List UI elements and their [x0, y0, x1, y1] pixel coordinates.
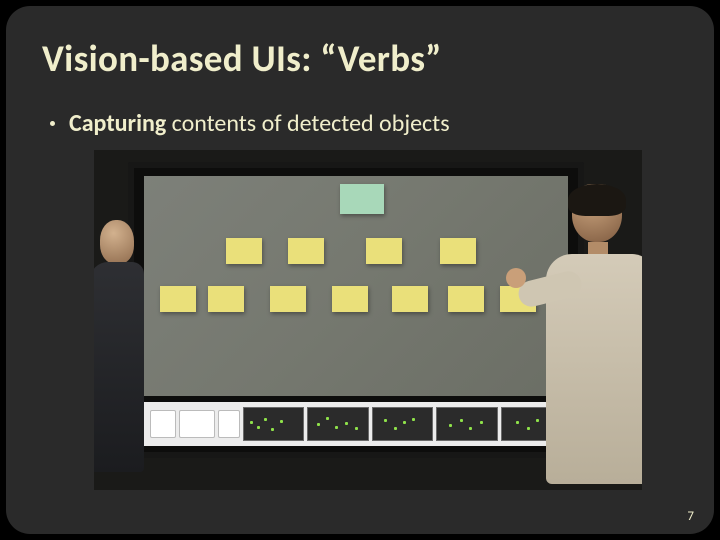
- sticky-note: [160, 286, 196, 312]
- sticky-note: [208, 286, 244, 312]
- bullet-dot-icon: [50, 121, 55, 126]
- slide-title: Vision-based UIs: “Verbs”: [42, 36, 678, 81]
- sticky-note: [440, 238, 476, 264]
- smartboard-frame: [128, 162, 584, 458]
- sticky-note: [332, 286, 368, 312]
- sticky-note: [448, 286, 484, 312]
- person-right: [548, 184, 642, 490]
- sticky-note: [340, 184, 384, 214]
- toolbar-button[interactable]: [179, 410, 215, 438]
- bullet-remainder: contents of detected objects: [166, 109, 449, 138]
- sticky-note: [392, 286, 428, 312]
- toolbar-thumbnail[interactable]: [307, 407, 368, 441]
- whiteboard-surface: [144, 176, 568, 396]
- toolbar-button[interactable]: [150, 410, 176, 438]
- sticky-note: [270, 286, 306, 312]
- bullet-item: Capturing contents of detected objects: [50, 109, 678, 138]
- page-number: 7: [687, 509, 694, 524]
- slide: Vision-based UIs: “Verbs” Capturing cont…: [6, 6, 714, 534]
- toolbar-thumbnail[interactable]: [372, 407, 433, 441]
- sticky-note: [288, 238, 324, 264]
- embedded-photo: [94, 150, 642, 490]
- sticky-note: [366, 238, 402, 264]
- toolbar-button[interactable]: [218, 410, 240, 438]
- software-toolbar: [144, 402, 568, 446]
- bullet-strong: Capturing: [69, 109, 166, 138]
- toolbar-thumbnail[interactable]: [436, 407, 497, 441]
- sticky-note: [226, 238, 262, 264]
- toolbar-thumbnail[interactable]: [243, 407, 304, 441]
- bullet-text: Capturing contents of detected objects: [69, 109, 450, 138]
- person-left: [94, 220, 148, 470]
